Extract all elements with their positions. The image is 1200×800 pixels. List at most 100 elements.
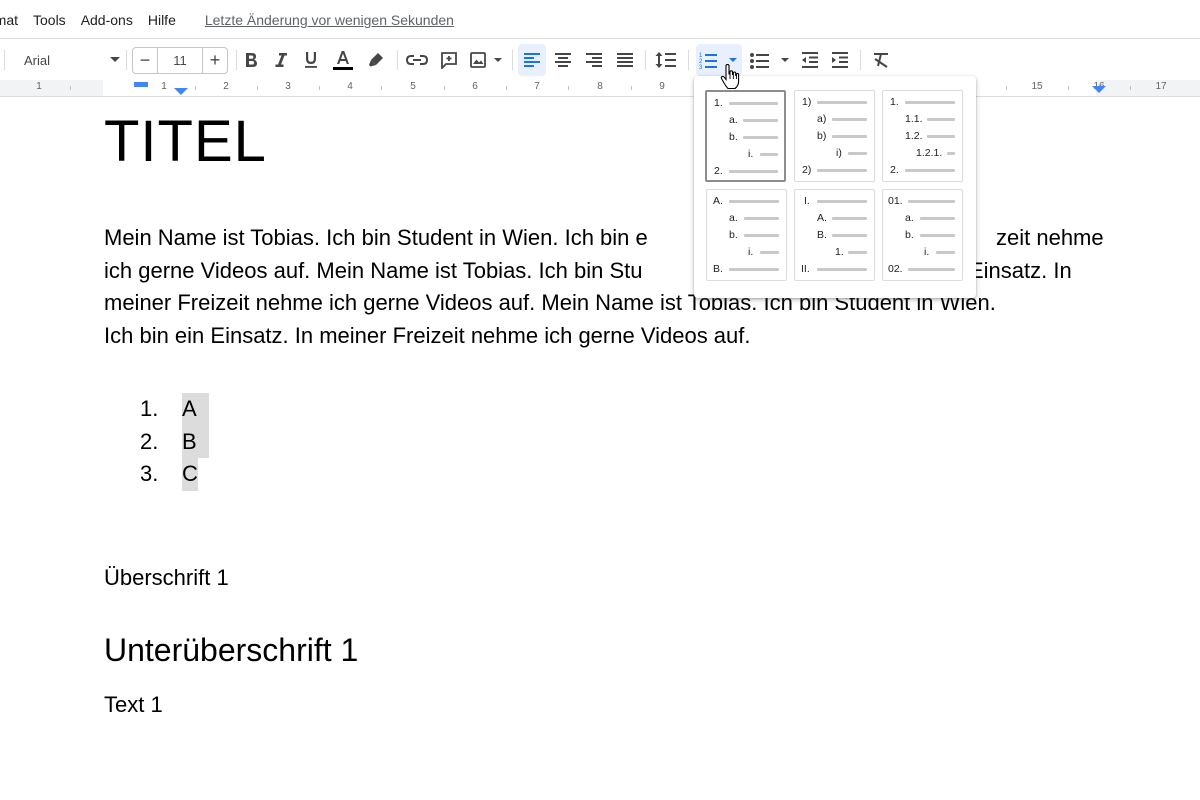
last-edit-link[interactable]: Letzte Änderung vor wenigen Sekunden (205, 12, 454, 28)
justify-icon (617, 53, 633, 67)
numbering-preset-4[interactable]: A. a. b. i. B. (706, 189, 787, 281)
ruler-tick (381, 86, 382, 90)
font-size-input[interactable]: 11 (158, 47, 202, 74)
ruler-number: 1 (36, 81, 42, 92)
preset-line (744, 217, 779, 220)
heading-1[interactable]: Überschrift 1 (104, 565, 229, 591)
increase-font-size-button[interactable]: + (202, 47, 228, 74)
add-comment-button[interactable] (435, 44, 463, 76)
preset-label: i. (924, 246, 930, 258)
clear-formatting-button[interactable] (867, 44, 895, 76)
svg-text:3: 3 (699, 65, 703, 69)
preset-label: a. (905, 212, 914, 224)
align-center-button[interactable] (549, 44, 577, 76)
numbering-preset-2[interactable]: 1) a) b) i) 2) (794, 90, 875, 182)
document-title[interactable]: TITEL (104, 108, 267, 175)
list-item[interactable]: 2. B (140, 425, 209, 458)
toolbar-divider (4, 50, 5, 70)
ruler[interactable]: 1 1 2 3 4 5 6 7 8 9 15 16 17 (0, 80, 1200, 97)
menu-tools[interactable]: Tools (33, 0, 66, 40)
align-left-icon (524, 53, 540, 67)
preset-line (905, 101, 955, 104)
list-item[interactable]: 3. C (140, 458, 209, 491)
align-left-button[interactable] (518, 44, 546, 76)
list-item-text: A (182, 393, 209, 426)
preset-label: 2. (714, 165, 723, 177)
preset-label: a. (729, 114, 738, 126)
preset-label: b. (905, 229, 914, 241)
preset-label: 1.2.1. (916, 147, 943, 159)
increase-indent-button[interactable] (826, 44, 854, 76)
preset-label: 02. (888, 263, 903, 275)
underline-icon (305, 52, 317, 68)
preset-line (729, 102, 778, 105)
body-text-1[interactable]: Text 1 (104, 692, 163, 718)
decrease-indent-button[interactable] (796, 44, 824, 76)
preset-label: B. (713, 263, 723, 275)
menu-help[interactable]: Hilfe (148, 0, 176, 40)
ruler-tick (319, 86, 320, 90)
bold-icon (246, 53, 257, 67)
ruler-tick (1130, 86, 1131, 90)
ruler-number: 17 (1155, 81, 1167, 92)
preset-label: I. (804, 195, 810, 207)
link-icon (406, 55, 428, 65)
preset-label: A. (817, 212, 827, 224)
subheading-1[interactable]: Unterüberschrift 1 (104, 632, 358, 669)
menu-format[interactable]: rmat (0, 0, 18, 40)
ruler-tick (506, 86, 507, 90)
numbering-preset-5[interactable]: I. A. B. 1. II. (794, 189, 875, 281)
ruler-tick (70, 86, 71, 90)
font-select[interactable]: Arial (14, 44, 126, 76)
highlight-button[interactable] (362, 44, 390, 76)
line-spacing-button[interactable] (651, 44, 681, 76)
decrease-font-size-button[interactable]: − (132, 47, 158, 74)
hand-cursor-icon (720, 64, 740, 90)
text-color-button[interactable] (329, 44, 357, 76)
list-number: 2. (140, 428, 159, 454)
preset-line (744, 234, 779, 237)
bulleted-list-button[interactable] (747, 44, 793, 76)
preset-line (927, 118, 955, 121)
preset-label: B. (817, 229, 827, 241)
ruler-tick (257, 86, 258, 90)
underline-button[interactable] (298, 44, 324, 76)
preset-line (817, 200, 867, 203)
ruler-number: 3 (285, 81, 291, 92)
italic-button[interactable] (268, 44, 294, 76)
paragraph-line-text: ich gerne Videos auf. Mein Name ist Tobi… (104, 257, 643, 283)
toolbar-divider (236, 50, 237, 70)
first-line-indent-marker[interactable] (134, 82, 148, 88)
numbering-preset-1[interactable]: 1. a. b. i. 2. (705, 90, 786, 182)
ruler-number: 8 (597, 81, 603, 92)
left-indent-marker[interactable] (174, 88, 188, 96)
minus-icon: − (139, 50, 151, 70)
ruler-tick (631, 86, 632, 90)
align-right-button[interactable] (580, 44, 608, 76)
preset-label: 1. (835, 246, 844, 258)
justify-button[interactable] (611, 44, 639, 76)
bold-button[interactable] (238, 44, 264, 76)
numbered-list[interactable]: 1. A 2. B 3. C (140, 393, 209, 491)
preset-line (927, 135, 955, 138)
insert-image-button[interactable] (467, 44, 507, 76)
list-number: 1. (140, 396, 159, 421)
numbering-preset-6[interactable]: 01. a. b. i. 02. (882, 189, 963, 281)
toolbar-divider (860, 50, 861, 70)
numbering-preset-3[interactable]: 1. 1.1. 1.2. 1.2.1. 2. (882, 90, 963, 182)
menu-separator (0, 38, 1200, 39)
preset-line (760, 251, 779, 254)
preset-label: a) (817, 113, 827, 125)
list-item[interactable]: 1. A (140, 393, 209, 426)
list-item-text: B (182, 425, 209, 458)
preset-line (936, 251, 955, 254)
comment-icon (441, 52, 457, 69)
insert-link-button[interactable] (403, 44, 431, 76)
list-item-text: C (182, 458, 198, 491)
paragraph-line-tail: zeit nehme (996, 225, 1104, 250)
preset-label: 1) (802, 96, 812, 108)
right-indent-marker[interactable] (1092, 86, 1106, 94)
text-color-icon (333, 51, 353, 70)
menu-addons[interactable]: Add-ons (81, 0, 133, 40)
ruler-number: 15 (1031, 81, 1043, 92)
